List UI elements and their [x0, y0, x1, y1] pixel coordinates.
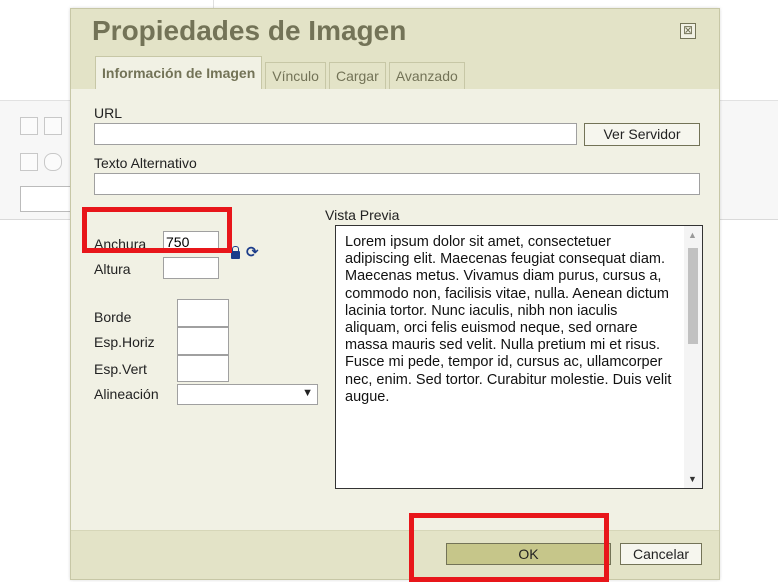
- scroll-up-arrow-icon[interactable]: ▲: [688, 230, 697, 240]
- image-properties-dialog: Propiedades de Imagen ⊠ Información de I…: [70, 8, 720, 580]
- lock-ratio-icon[interactable]: [231, 246, 240, 259]
- scrollbar-thumb[interactable]: [688, 248, 698, 344]
- align-select[interactable]: ▼: [177, 384, 318, 405]
- url-label: URL: [94, 105, 123, 121]
- tab-link[interactable]: Vínculo: [265, 62, 326, 89]
- dialog-header: Propiedades de Imagen ⊠ Información de I…: [71, 9, 719, 89]
- height-input[interactable]: [163, 257, 219, 279]
- preview-scrollbar[interactable]: ▲ ▼: [684, 226, 702, 488]
- url-input[interactable]: [94, 123, 577, 145]
- alt-text-input[interactable]: [94, 173, 700, 195]
- height-label: Altura: [94, 261, 131, 277]
- ok-button[interactable]: OK: [446, 543, 611, 565]
- vspace-label: Esp.Vert: [94, 361, 147, 377]
- reset-size-icon[interactable]: ⟳: [246, 243, 259, 261]
- tab-image-info[interactable]: Información de Imagen: [95, 56, 263, 89]
- source-icon: [20, 117, 38, 135]
- alt-text-label: Texto Alternativo: [94, 155, 197, 171]
- close-icon[interactable]: ⊠: [680, 23, 696, 39]
- align-label: Alineación: [94, 386, 159, 402]
- dialog-tabs: Información de Imagen Vínculo Cargar Ava…: [95, 56, 468, 89]
- browse-server-button[interactable]: Ver Servidor: [584, 123, 700, 146]
- hspace-label: Esp.Horiz: [94, 334, 155, 350]
- vspace-input[interactable]: [177, 355, 229, 382]
- scroll-down-arrow-icon[interactable]: ▼: [688, 474, 697, 484]
- toolbar-icon: [44, 117, 62, 135]
- tab-advanced[interactable]: Avanzado: [388, 62, 465, 89]
- cancel-button[interactable]: Cancelar: [620, 543, 702, 565]
- image-icon: [20, 153, 38, 171]
- hspace-input[interactable]: [177, 327, 229, 355]
- dialog-footer: OK Cancelar: [71, 530, 719, 579]
- border-label: Borde: [94, 309, 132, 325]
- dialog-body: URL Ver Servidor Texto Alternativo Anchu…: [71, 89, 719, 529]
- width-label: Anchura: [94, 236, 147, 252]
- dialog-title: Propiedades de Imagen: [92, 15, 407, 46]
- width-input[interactable]: [163, 231, 219, 253]
- preview-box[interactable]: Lorem ipsum dolor sit amet, consectetuer…: [335, 225, 703, 489]
- preview-label: Vista Previa: [325, 207, 400, 223]
- tab-upload[interactable]: Cargar: [328, 62, 386, 89]
- toolbar-icon: [44, 153, 62, 171]
- preview-text: Lorem ipsum dolor sit amet, consectetuer…: [345, 234, 672, 405]
- dropdown-arrow-icon: ▼: [302, 387, 313, 399]
- border-input[interactable]: [177, 299, 229, 327]
